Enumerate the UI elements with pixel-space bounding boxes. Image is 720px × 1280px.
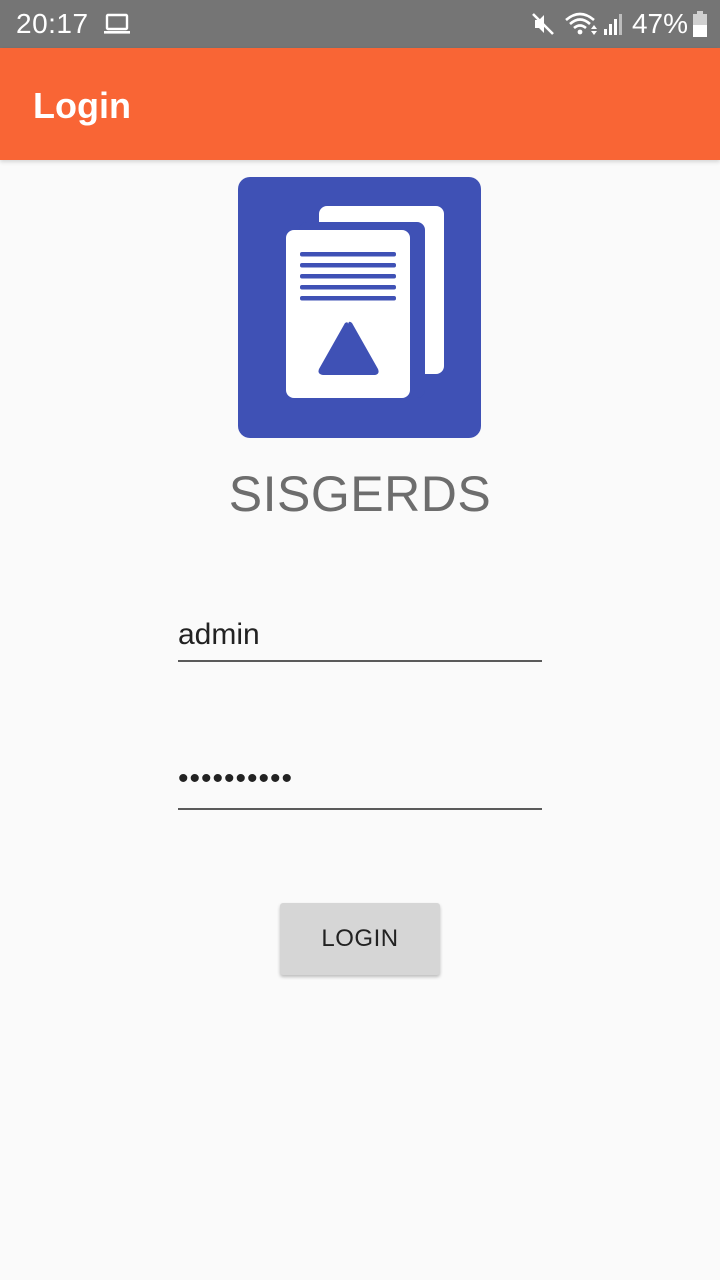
- status-bar: 20:17 47%: [0, 0, 720, 48]
- mute-icon: [532, 13, 554, 35]
- password-value: ••••••••••: [178, 762, 294, 795]
- laptop-icon: [104, 13, 130, 34]
- app-name: SISGERDS: [228, 466, 492, 522]
- documents-logo-icon: [238, 177, 481, 438]
- wifi-icon: [565, 12, 597, 35]
- battery-percent: 47%: [631, 8, 688, 39]
- login-button[interactable]: LOGIN: [280, 903, 440, 975]
- app-bar: Login: [0, 48, 720, 160]
- battery-icon: [693, 11, 707, 37]
- page-title: Login: [33, 85, 131, 126]
- password-field[interactable]: ••••••••••: [178, 754, 542, 810]
- username-value: admin: [178, 618, 260, 651]
- status-icons: 47%: [530, 6, 708, 42]
- signal-icon: [603, 14, 622, 35]
- username-field[interactable]: admin: [178, 606, 542, 662]
- status-time: 20:17: [16, 8, 89, 39]
